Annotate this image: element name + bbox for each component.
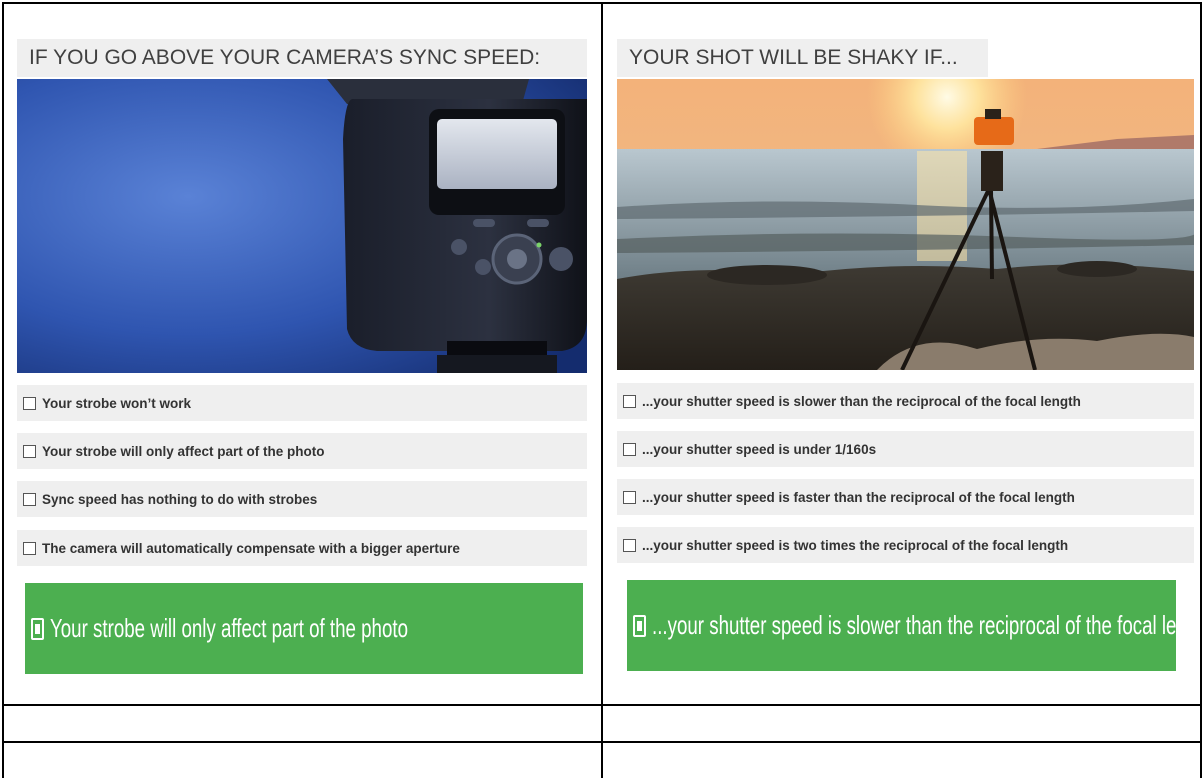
right-option-1-label: ...your shutter speed is slower than the… xyxy=(642,393,1081,409)
checkbox-icon[interactable] xyxy=(23,541,36,555)
grid-line-middle xyxy=(601,2,603,778)
answer-check-icon xyxy=(31,617,44,640)
left-option-4[interactable]: The camera will automatically compensate… xyxy=(17,530,587,566)
left-option-3-label: Sync speed has nothing to do with strobe… xyxy=(42,491,318,507)
right-option-2-label: ...your shutter speed is under 1/160s xyxy=(642,441,877,457)
right-option-4-label: ...your shutter speed is two times the r… xyxy=(642,537,1069,553)
checkbox-icon[interactable] xyxy=(23,396,36,410)
left-option-4-label: The camera will automatically compensate… xyxy=(42,540,460,556)
grid-line-row2 xyxy=(2,741,1202,743)
left-option-3[interactable]: Sync speed has nothing to do with strobe… xyxy=(17,481,587,517)
tripod-sunset-beach-photo xyxy=(617,79,1194,370)
right-option-4[interactable]: ...your shutter speed is two times the r… xyxy=(617,527,1194,563)
right-option-3-label: ...your shutter speed is faster than the… xyxy=(642,489,1075,505)
left-option-2[interactable]: Your strobe will only affect part of the… xyxy=(17,433,587,469)
answer-check-icon xyxy=(633,614,646,637)
right-correct-answer: ...your shutter speed is slower than the… xyxy=(627,580,1176,671)
right-option-1[interactable]: ...your shutter speed is slower than the… xyxy=(617,383,1194,419)
checkbox-icon[interactable] xyxy=(623,442,636,456)
grid-line-left xyxy=(2,2,4,778)
checkbox-icon[interactable] xyxy=(23,492,36,506)
right-option-3[interactable]: ...your shutter speed is faster than the… xyxy=(617,479,1194,515)
left-option-1[interactable]: Your strobe won’t work xyxy=(17,385,587,421)
checkbox-icon[interactable] xyxy=(623,394,636,408)
checkbox-icon[interactable] xyxy=(623,490,636,504)
right-answer-label: ...your shutter speed is slower than the… xyxy=(652,610,1176,640)
left-option-1-label: Your strobe won’t work xyxy=(42,395,192,411)
tripod-sunset-image-icon xyxy=(617,79,1194,370)
left-answer-label: Your strobe will only affect part of the… xyxy=(50,613,408,643)
left-correct-answer: Your strobe will only affect part of the… xyxy=(25,583,583,674)
camera-flash-photo xyxy=(17,79,587,373)
checkbox-icon[interactable] xyxy=(623,538,636,552)
left-option-2-label: Your strobe will only affect part of the… xyxy=(42,443,325,459)
left-question-title: IF YOU GO ABOVE YOUR CAMERA’S SYNC SPEED… xyxy=(17,39,587,77)
right-option-2[interactable]: ...your shutter speed is under 1/160s xyxy=(617,431,1194,467)
right-question-title: YOUR SHOT WILL BE SHAKY IF... xyxy=(617,39,988,77)
checkbox-icon[interactable] xyxy=(23,444,36,458)
grid-line-row1 xyxy=(2,704,1202,706)
grid-line-right xyxy=(1200,2,1202,778)
camera-flash-image-icon xyxy=(17,79,587,373)
